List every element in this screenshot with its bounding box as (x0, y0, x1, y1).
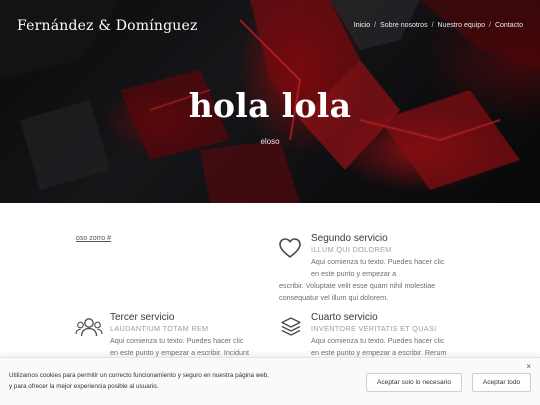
service-text: Aqui comienza tu texto. Puedes hacer cli… (311, 256, 481, 280)
service-text-line: escribir. Voluptate velit esse quam nihi… (279, 281, 436, 290)
service-subtitle: INVENTORE VERITATIS ET QUASI (311, 324, 437, 333)
service-text: Aqui comienza tu texto. Puedes hacer cli… (110, 335, 270, 359)
service-subtitle: LAUDANTIUM TOTAM REM (110, 324, 209, 333)
service-text-line: Aqui comienza tu texto. Puedes hacer cli… (110, 336, 244, 345)
brand-logo[interactable]: Fernández & Domínguez (17, 18, 198, 34)
oso-zorro-link[interactable]: oso zorro # (76, 235, 111, 242)
layers-icon (281, 317, 301, 336)
cookie-message-line: Utilizamos cookies para permitir un corr… (9, 372, 270, 379)
nav-item-contacto[interactable]: Contacto (495, 22, 523, 29)
service-text-continued: escribir. Voluptate velit esse quam nihi… (279, 280, 479, 304)
main-nav: Inicio / Sobre nosotros / Nuestro equipo… (354, 22, 523, 29)
service-text-line: Aqui comienza tu texto. Puedes hacer cli… (311, 336, 445, 345)
service-title: Tercer servicio (110, 312, 175, 323)
service-title: Cuarto servicio (311, 312, 378, 323)
nav-item-inicio[interactable]: Inicio (354, 22, 370, 29)
cookie-message-line: y para ofrecer la mejor experiencia posi… (9, 383, 159, 390)
hero-banner: Fernández & Domínguez Inicio / Sobre nos… (0, 0, 540, 203)
service-subtitle: ILLUM QUI DOLOREM (311, 245, 392, 254)
hero-subtitle: eloso (260, 137, 280, 146)
service-title: Segundo servicio (311, 233, 388, 244)
cookie-banner: Utilizamos cookies para permitir un corr… (0, 357, 540, 405)
users-icon (75, 318, 103, 337)
heart-icon (279, 238, 301, 258)
close-icon[interactable]: × (526, 362, 531, 371)
nav-item-nuestro-equipo[interactable]: Nuestro equipo (438, 22, 485, 29)
hero-title: hola lola (188, 86, 352, 125)
service-text: Aqui comienza tu texto. Puedes hacer cli… (311, 335, 481, 359)
nav-item-sobre-nosotros[interactable]: Sobre nosotros (380, 22, 427, 29)
service-text-line: Aqui comienza tu texto. Puedes hacer cli… (311, 257, 445, 266)
accept-all-button[interactable]: Aceptar todo (472, 373, 531, 392)
service-text-line: consequatur vel illum qui dolorem. (279, 293, 389, 302)
accept-necessary-button[interactable]: Aceptar solo lo necesario (366, 373, 462, 392)
nav-separator: / (489, 22, 491, 29)
nav-separator: / (374, 22, 377, 29)
cookie-message: Utilizamos cookies para permitir un corr… (9, 370, 309, 392)
service-text-line: en este punto y empezar a (311, 269, 397, 278)
nav-separator: / (431, 22, 434, 29)
